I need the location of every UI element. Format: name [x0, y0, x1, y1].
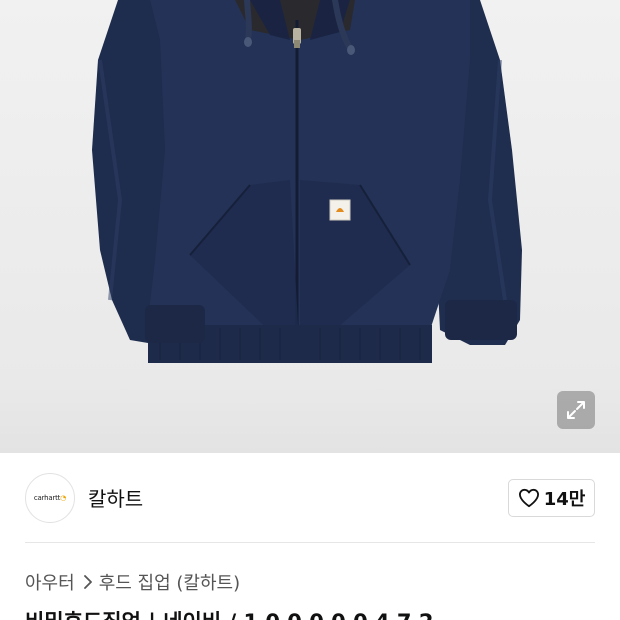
breadcrumb-item-hood-zipup[interactable]: 후드 집업 (칼하트) — [99, 569, 240, 595]
breadcrumb-item-outer[interactable]: 아우터 — [25, 569, 75, 595]
hoodie-photo — [92, 0, 522, 363]
chevron-right-icon — [83, 575, 93, 589]
product-image[interactable] — [0, 0, 620, 453]
brand-logo-text: carhartt◔ — [33, 494, 67, 502]
expand-icon — [567, 401, 585, 419]
product-title: 비밀후드집업 | 네이비 / 1 0 0 0 0 0 4 7 2 — [25, 606, 433, 620]
brand-name[interactable]: 칼하트 — [88, 483, 143, 512]
product-detail-page: carhartt◔ 칼하트 14만 아우터 후드 집업 (칼하트) 비밀후드집업… — [0, 0, 620, 620]
brand-row: carhartt◔ 칼하트 14만 — [0, 453, 620, 543]
heart-outline-icon — [518, 488, 539, 508]
breadcrumb: 아우터 후드 집업 (칼하트) — [25, 569, 240, 595]
divider — [25, 542, 595, 543]
like-button[interactable]: 14만 — [508, 479, 595, 517]
like-count: 14만 — [543, 489, 586, 510]
expand-image-button[interactable] — [557, 391, 595, 429]
brand-logo[interactable]: carhartt◔ — [25, 473, 75, 523]
